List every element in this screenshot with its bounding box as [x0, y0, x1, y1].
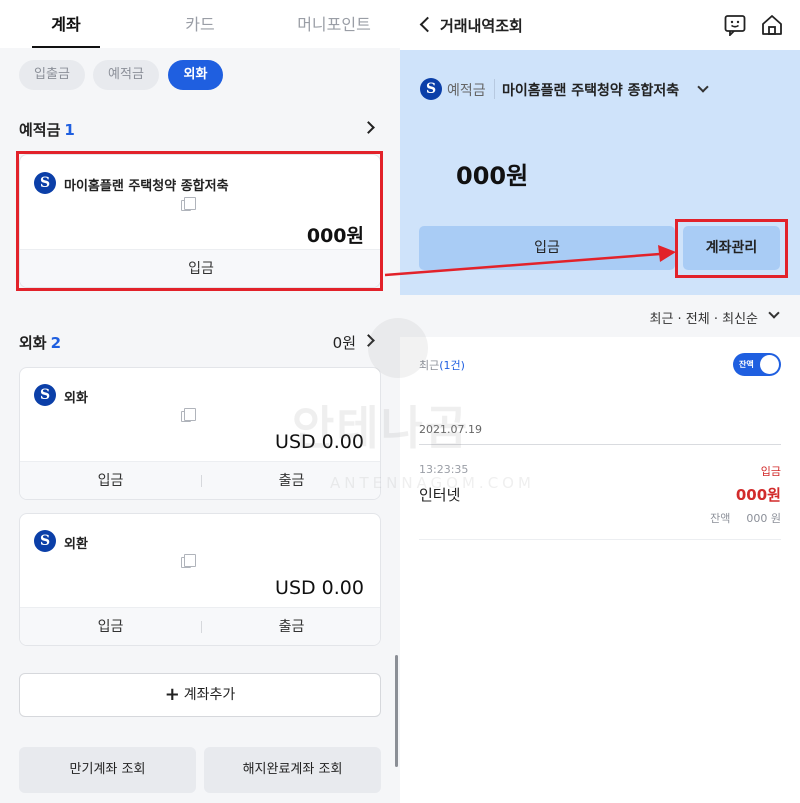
annotation-arrow [384, 245, 676, 277]
screen: 계좌 카드 머니포인트 입출금 예적금 외화 예적금 1 S 마이홈플랜 주택청약… [0, 0, 800, 803]
